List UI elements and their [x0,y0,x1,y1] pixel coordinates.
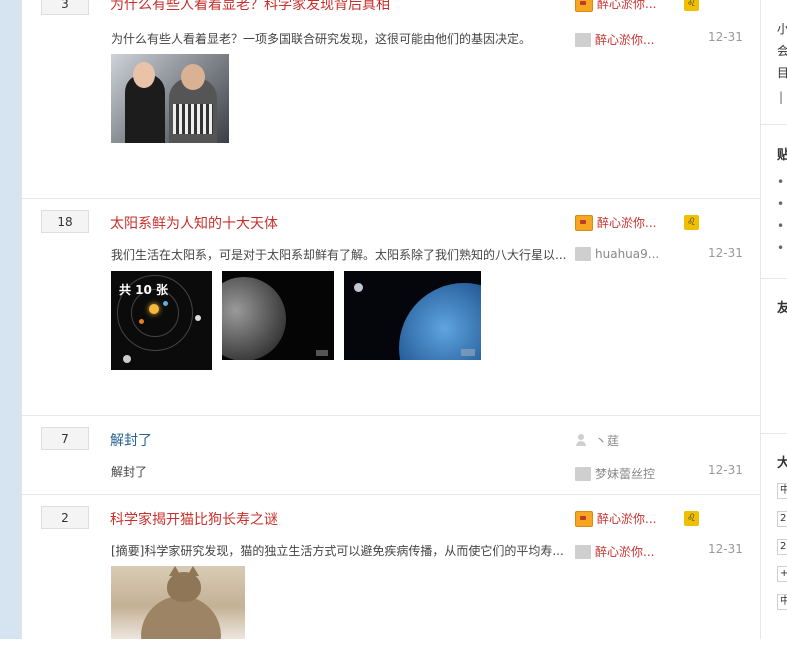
sidebar-rule [761,433,787,434]
thread-abstract: [摘要]科学家研究发现，猫的独立生活方式可以避免疾病传播，从而使它们的平均寿..… [111,544,564,558]
last-reply-name[interactable]: 醉心淤你... [595,31,654,48]
person-face [133,62,155,88]
cat-head [167,572,201,602]
thread-item: 7 解封了 丶莛 解封了 梦妹蕾丝控 12-31 [22,416,760,495]
thread-thumbnail[interactable] [344,271,481,360]
thread-abstract: 我们生活在太阳系，可是对于太阳系却鲜有了解。太阳系除了我们熟知的八大行星以... [111,248,567,262]
reply-count: 18 [41,210,89,233]
thread-thumbnail[interactable]: 共 10 张 [111,271,212,370]
planet-dot [139,319,144,324]
thread-author[interactable]: 丶莛 [575,432,619,449]
sidebar-bullet[interactable]: • [777,197,784,211]
sidebar-text: 小 [777,22,787,36]
thread-abstract: 解封了 [111,465,148,479]
reply-icon [575,466,591,481]
last-reply-name[interactable]: 梦妹蕾丝控 [595,465,655,482]
planet-dot [195,315,201,321]
author-name[interactable]: 醉心淤你... [597,510,656,527]
thread-item: 18 太阳系鲜为人知的十大天体 醉心淤你... ♌ 我们生活在太阳系，可是对于太… [22,199,760,416]
planet-dot [123,355,131,363]
left-page-strip [0,0,21,639]
last-reply-name[interactable]: 醉心淤你... [595,543,654,560]
sidebar-input[interactable]: 中 [777,483,787,499]
sidebar-rule [761,278,787,279]
sidebar-top-mark: ' [781,0,784,6]
sidebar-input[interactable]: 中 [777,594,787,610]
moon-shape [222,277,286,360]
sidebar-bullet[interactable]: • [777,241,784,255]
reply-icon [575,544,591,559]
last-reply-date: 12-31 [708,30,743,44]
author-name[interactable]: 丶莛 [595,432,619,449]
sidebar-section-head: 贴 [777,148,787,163]
thread-item: 3 为什么有些人看着显老？科学家发现背后真相 醉心淤你... ♌ 为什么有些人看… [22,0,760,199]
last-reply-date: 12-31 [708,542,743,556]
sidebar-input[interactable]: + [777,566,787,582]
moon-shape [354,283,363,292]
watermark-icon [461,349,475,356]
sun-dot [149,304,159,314]
watermark-icon [316,350,328,356]
thread-item: 2 科学家揭开猫比狗长寿之谜 醉心淤你... ♌ [摘要]科学家研究发现，猫的独… [22,495,760,645]
sidebar-rule [761,124,787,125]
thread-author[interactable]: 醉心淤你... [575,0,656,12]
planet-dot [163,301,168,306]
thread-title-link[interactable]: 解封了 [110,430,152,450]
reply-icon [575,247,591,261]
reply-icon [575,32,591,47]
vip-icon [575,510,593,527]
sidebar-input[interactable]: 2 [777,539,787,555]
vip-icon [575,214,593,231]
last-reply-user[interactable]: 醉心淤你... [575,543,654,560]
thread-thumbnail[interactable] [111,54,229,143]
vip-icon [575,0,593,12]
thread-title-link[interactable]: 科学家揭开猫比狗长寿之谜 [110,509,278,529]
thread-title-link[interactable]: 为什么有些人看着显老？科学家发现背后真相 [110,0,390,14]
last-reply-name[interactable]: huahua9... [595,247,659,261]
thread-thumbnail[interactable] [111,566,245,639]
thread-title-link[interactable]: 太阳系鲜为人知的十大天体 [110,213,278,233]
level-icon: ♌ [684,511,699,526]
last-reply-user[interactable]: huahua9... [575,247,659,261]
sidebar-section-head: 友 [777,301,787,316]
sidebar-divider: | [779,90,784,104]
cat-body [141,596,221,639]
person-face [181,64,205,90]
level-icon: ♌ [684,215,699,230]
sidebar-text: 目 [777,66,787,80]
thread-thumbnail[interactable] [222,271,334,360]
image-count-label: 共 10 张 [119,283,169,297]
user-icon [575,433,591,448]
last-reply-user[interactable]: 醉心淤你... [575,31,654,48]
thread-author[interactable]: 醉心淤你... [575,510,656,527]
last-reply-user[interactable]: 梦妹蕾丝控 [575,465,655,482]
level-icon: ♌ [684,0,699,11]
sidebar-text: 会 [777,44,787,58]
striped-jacket [173,104,213,134]
sidebar-section-head: 大 [777,456,787,471]
right-sidebar: ' 小 会 目 | 贴 • • • • 友 大 中 2 2 + 中 [761,0,787,639]
sidebar-bullet[interactable]: • [777,219,784,233]
sidebar-input[interactable]: 2 [777,511,787,527]
sidebar-bullet[interactable]: • [777,175,784,189]
author-name[interactable]: 醉心淤你... [597,214,656,231]
thread-abstract: 为什么有些人看着显老？一项多国联合研究发现，这很可能由他们的基因决定。 [111,32,532,46]
thread-author[interactable]: 醉心淤你... [575,214,656,231]
last-reply-date: 12-31 [708,246,743,260]
reply-count: 7 [41,427,89,450]
last-reply-date: 12-31 [708,463,743,477]
reply-count: 2 [41,506,89,529]
author-name[interactable]: 醉心淤你... [597,0,656,12]
reply-count: 3 [41,0,89,15]
